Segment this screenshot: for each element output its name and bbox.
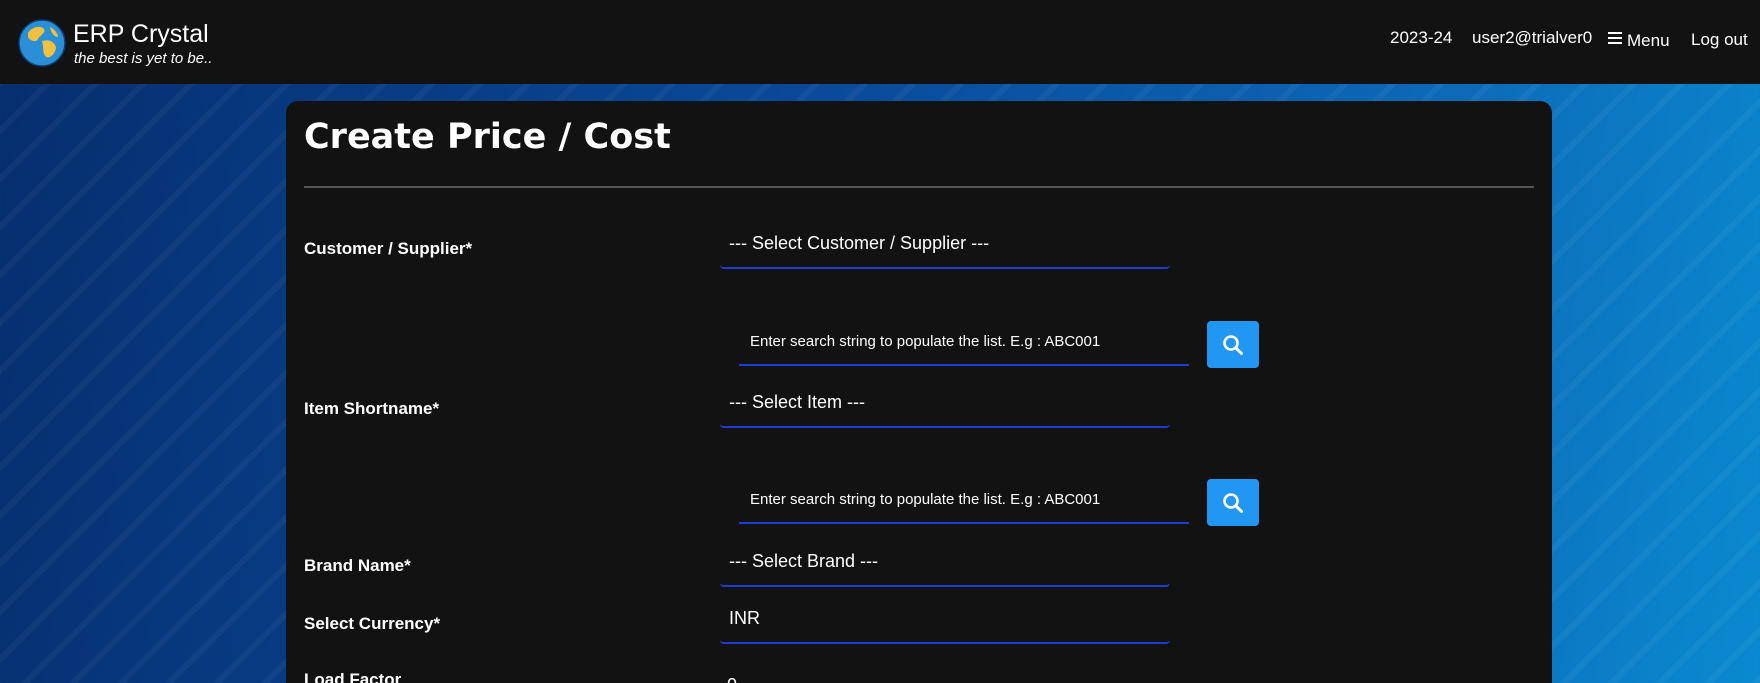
menu-button[interactable]: Menu [1627,31,1670,51]
currency-label: Select Currency* [304,614,441,633]
brand-search-input[interactable] [739,476,1189,522]
currency-select[interactable]: INR [720,596,1170,644]
page-title: Create Price / Cost [304,117,671,157]
item-search-input[interactable] [739,318,1189,364]
item-shortname-label: Item Shortname* [304,399,440,418]
item-search-button[interactable] [1207,321,1259,368]
customer-supplier-selected: --- Select Customer / Supplier --- [729,233,990,253]
customer-supplier-select[interactable]: --- Select Customer / Supplier --- [720,221,1170,269]
brand-search-button[interactable] [1207,479,1259,526]
item-shortname-selected: --- Select Item --- [729,392,866,412]
brand-tagline: the best is yet to be.. [74,50,213,67]
search-icon [1223,335,1243,355]
customer-supplier-label: Customer / Supplier* [304,239,473,258]
brand-search-field[interactable] [739,476,1189,524]
financial-year[interactable]: 2023-24 [1390,28,1452,48]
currency-selected: INR [729,608,760,628]
title-divider [304,186,1534,188]
top-navbar: ERP Crystal the best is yet to be.. 2023… [0,0,1760,84]
logout-button[interactable]: Log out [1691,30,1748,50]
item-shortname-select[interactable]: --- Select Item --- [720,380,1170,428]
form-card: Create Price / Cost Customer / Supplier*… [286,101,1552,683]
search-icon [1223,493,1243,513]
brand-name[interactable]: ERP Crystal [73,20,209,49]
item-search-field[interactable] [739,318,1189,366]
user-account[interactable]: user2@trialver0 [1472,28,1592,48]
brand-name-selected: --- Select Brand --- [729,551,879,571]
brand-name-select[interactable]: --- Select Brand --- [720,539,1170,587]
globe-icon[interactable] [18,19,66,67]
load-factor-value[interactable]: 0 [727,675,737,683]
hamburger-icon[interactable] [1608,32,1622,44]
brand-name-label: Brand Name* [304,556,411,575]
load-factor-label: Load Factor [304,670,402,683]
